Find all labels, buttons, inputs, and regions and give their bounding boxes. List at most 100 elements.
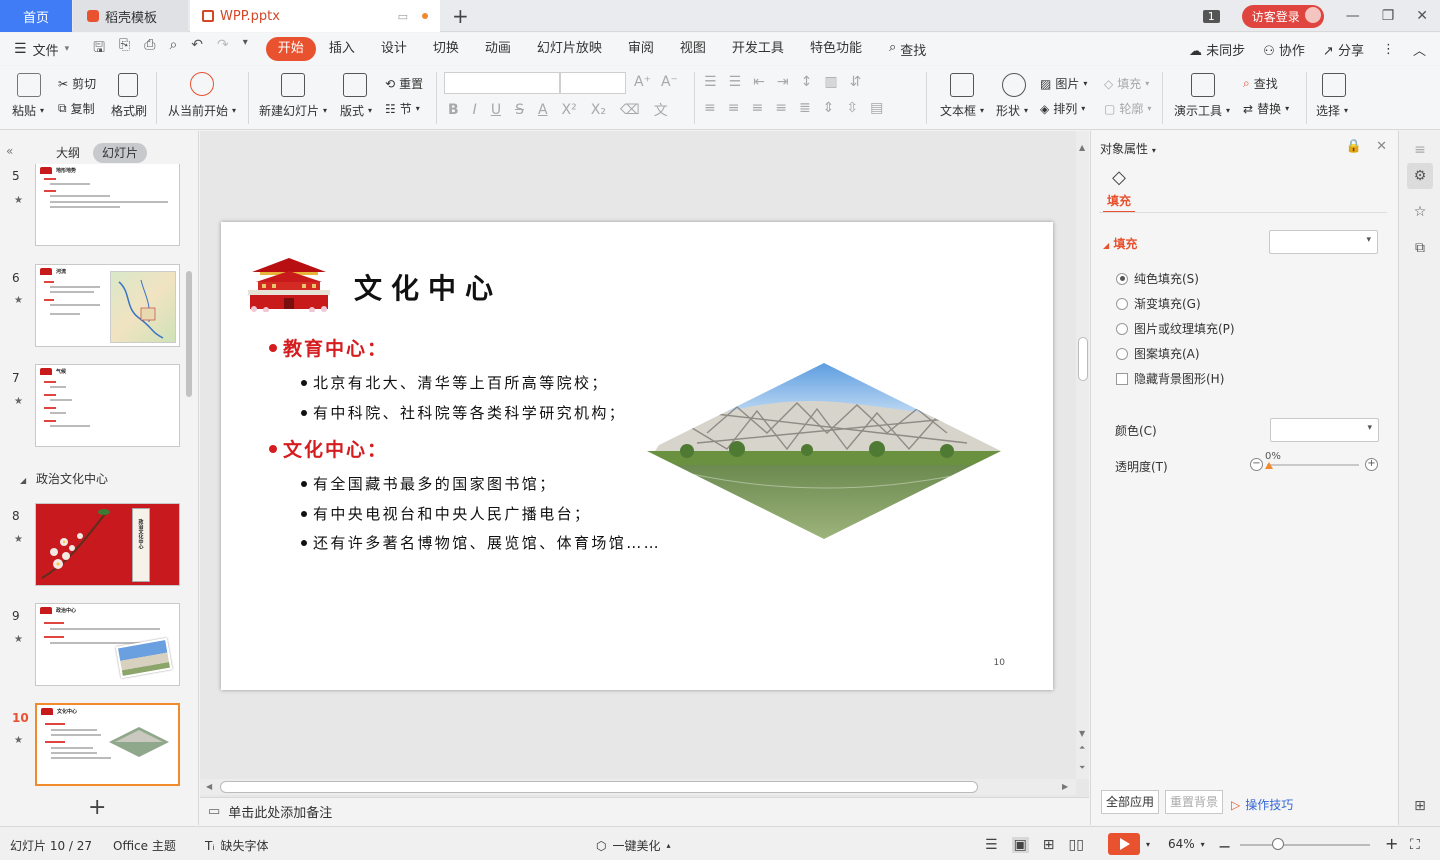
theme-name[interactable]: Office 主题 — [113, 837, 176, 854]
radio-solid-fill[interactable]: 纯色填充(S) — [1116, 270, 1199, 287]
notes-bar[interactable]: ▭ 单击此处添加备注 — [200, 797, 1089, 825]
heading-education[interactable]: 教育中心： — [269, 334, 388, 361]
text-align-icon[interactable]: ▤ — [870, 100, 883, 116]
reading-view-icon[interactable]: ▯▯ — [1069, 837, 1084, 853]
notes-placeholder[interactable]: 单击此处添加备注 — [228, 802, 332, 821]
section-button[interactable]: ☷ 节 ▾ — [385, 100, 420, 117]
scroll-left-icon[interactable]: ◀ — [206, 782, 212, 791]
vertical-align-icon[interactable]: ⇕ — [823, 100, 835, 116]
prev-slide-icon[interactable]: ⏶ — [1079, 743, 1085, 753]
close-icon[interactable]: ✕ — [1376, 139, 1387, 154]
print-preview-icon[interactable]: ⌕ — [169, 37, 177, 61]
shapes-button[interactable]: 形状 ▾ — [996, 102, 1028, 119]
vertical-scroll-thumb[interactable] — [1078, 337, 1088, 381]
current-slide[interactable]: 文化中心 教育中心： 北京有北大、清华等上百所高等院校； 有中科院、社科院等各类… — [221, 222, 1053, 690]
missing-font-button[interactable]: Tᵢ 缺失字体 — [205, 837, 269, 854]
tab-home[interactable]: 首页 — [0, 0, 72, 32]
scroll-right-icon[interactable]: ▶ — [1062, 782, 1068, 791]
decrease-indent-icon[interactable]: ⇤ — [753, 74, 765, 90]
animation-star-icon[interactable]: ☆ — [1407, 199, 1433, 225]
new-slide-button[interactable]: 新建幻灯片 ▾ — [259, 102, 327, 119]
beautify-button[interactable]: ⬡ 一键美化 ▴ — [596, 837, 671, 854]
normal-view-icon[interactable]: ▣ — [1011, 837, 1029, 853]
transparency-slider-thumb[interactable] — [1265, 462, 1273, 469]
vertical-scrollbar[interactable]: ▲ ▼ ⏶ ⏷ — [1076, 131, 1089, 779]
numbered-list-icon[interactable]: ☰ — [729, 74, 742, 90]
fill-type-select[interactable] — [1269, 230, 1378, 254]
tab-view[interactable]: 视图 — [667, 37, 719, 61]
sorter-view-icon[interactable]: ⊞ — [1043, 837, 1055, 853]
redo-icon[interactable]: ↷ — [217, 37, 229, 61]
font-size-buttons[interactable]: A⁺ A⁻ — [634, 74, 678, 90]
tab-animation[interactable]: 动画 — [472, 37, 524, 61]
tab-slideshow[interactable]: 幻灯片放映 — [524, 37, 615, 61]
outline-button[interactable]: ▢ 轮廓 ▾ — [1104, 100, 1151, 117]
select-button[interactable]: 选择 ▾ — [1316, 102, 1348, 119]
panel-title[interactable]: 对象属性 ▾ — [1100, 140, 1156, 157]
next-slide-icon[interactable]: ⏷ — [1079, 763, 1085, 773]
decrease-transparency-button[interactable]: − — [1250, 458, 1263, 471]
thumbnail-scrollbar[interactable] — [186, 271, 192, 397]
collapse-pane-icon[interactable]: « — [6, 144, 13, 158]
new-tab-button[interactable]: + — [452, 4, 469, 28]
zoom-in-button[interactable]: + — [1385, 834, 1398, 853]
menu-search[interactable]: ⌕ 查找 — [889, 40, 926, 59]
tab-review[interactable]: 审阅 — [615, 37, 667, 61]
bullet-item[interactable]: 有中央电视台和中央人民广播电台； — [301, 503, 591, 524]
play-circle-icon[interactable] — [190, 72, 214, 96]
tab-home-ribbon[interactable]: 开始 — [265, 37, 316, 61]
paragraph-spacing-icon[interactable]: ⇳ — [846, 100, 858, 116]
transparency-slider[interactable] — [1267, 464, 1359, 466]
export-icon[interactable]: ⎘ — [119, 37, 130, 61]
collapse-ribbon-icon[interactable]: ︿ — [1413, 40, 1426, 59]
section-header[interactable]: ◢ 政治文化中心 — [20, 470, 108, 487]
new-slide-icon[interactable] — [281, 73, 305, 97]
properties-sliders-icon[interactable]: ⚙ — [1407, 163, 1433, 189]
horizontal-scroll-thumb[interactable] — [220, 781, 978, 793]
scroll-up-icon[interactable]: ▲ — [1079, 143, 1085, 152]
present-tools-icon[interactable] — [1191, 73, 1215, 97]
eraser-icon[interactable]: ⌫ — [620, 102, 640, 118]
zoom-level[interactable]: 64% ▾ — [1168, 837, 1205, 851]
share-button[interactable]: ↗ 分享 — [1323, 40, 1364, 59]
slide-thumbnail-8[interactable]: 政治文化中心 — [35, 503, 180, 586]
save-icon[interactable]: 🖫 — [93, 37, 105, 61]
select-icon[interactable] — [1322, 73, 1346, 97]
textbox-button[interactable]: 文本框 ▾ — [940, 102, 984, 119]
collab-button[interactable]: ⚇ 协作 — [1263, 40, 1305, 59]
text-direction-icon[interactable]: ⇵ — [850, 74, 862, 90]
cut-button[interactable]: ✂ 剪切 — [58, 75, 96, 92]
slide-title[interactable]: 文化中心 — [354, 267, 502, 307]
tab-document[interactable]: WPP.pptx ▭ — [190, 0, 440, 32]
tab-special[interactable]: 特色功能 — [797, 37, 875, 61]
heading-culture[interactable]: 文化中心： — [269, 435, 388, 462]
textbox-icon[interactable] — [950, 73, 974, 97]
increase-transparency-button[interactable]: + — [1365, 458, 1378, 471]
grow-font-icon[interactable]: A⁺ — [634, 74, 651, 90]
hide-background-checkbox[interactable]: 隐藏背景图形(H) — [1116, 370, 1224, 387]
restore-button[interactable]: ❐ — [1382, 8, 1395, 24]
customize-icon[interactable]: ▾ — [243, 37, 248, 61]
radio-pattern-fill[interactable]: 图案填充(A) — [1116, 345, 1200, 362]
grid-apps-icon[interactable]: ⊞ — [1407, 793, 1433, 819]
layout-button[interactable]: 版式 ▾ — [340, 102, 372, 119]
fill-tab[interactable]: ◇ 填充 — [1103, 167, 1135, 213]
tab-insert[interactable]: 插入 — [316, 37, 368, 61]
arrange-button[interactable]: ◈ 排列 ▾ — [1040, 100, 1085, 117]
copy-button[interactable]: ⧉ 复制 — [58, 100, 95, 117]
increase-indent-icon[interactable]: ⇥ — [777, 74, 789, 90]
layout-icon[interactable] — [343, 73, 367, 97]
apply-all-button[interactable]: 全部应用 — [1101, 790, 1160, 814]
file-menu[interactable]: ☰ 文件 ▾ — [14, 40, 69, 59]
tab-slides[interactable]: 幻灯片 — [93, 143, 148, 163]
align-right-icon[interactable]: ≡ — [751, 100, 763, 116]
bullet-list-icon[interactable]: ☰ — [704, 74, 717, 90]
window-icon[interactable]: ▭ — [398, 10, 408, 23]
paste-icon[interactable] — [17, 73, 41, 97]
undo-icon[interactable]: ↶ — [191, 37, 203, 61]
more-icon[interactable]: ⋮ — [1382, 42, 1395, 57]
minimize-button[interactable]: — — [1346, 8, 1360, 24]
font-color-icon[interactable]: A — [538, 102, 548, 118]
align-left-icon[interactable]: ≡ — [704, 100, 716, 116]
replace-button[interactable]: ⇄ 替换 ▾ — [1243, 100, 1289, 117]
